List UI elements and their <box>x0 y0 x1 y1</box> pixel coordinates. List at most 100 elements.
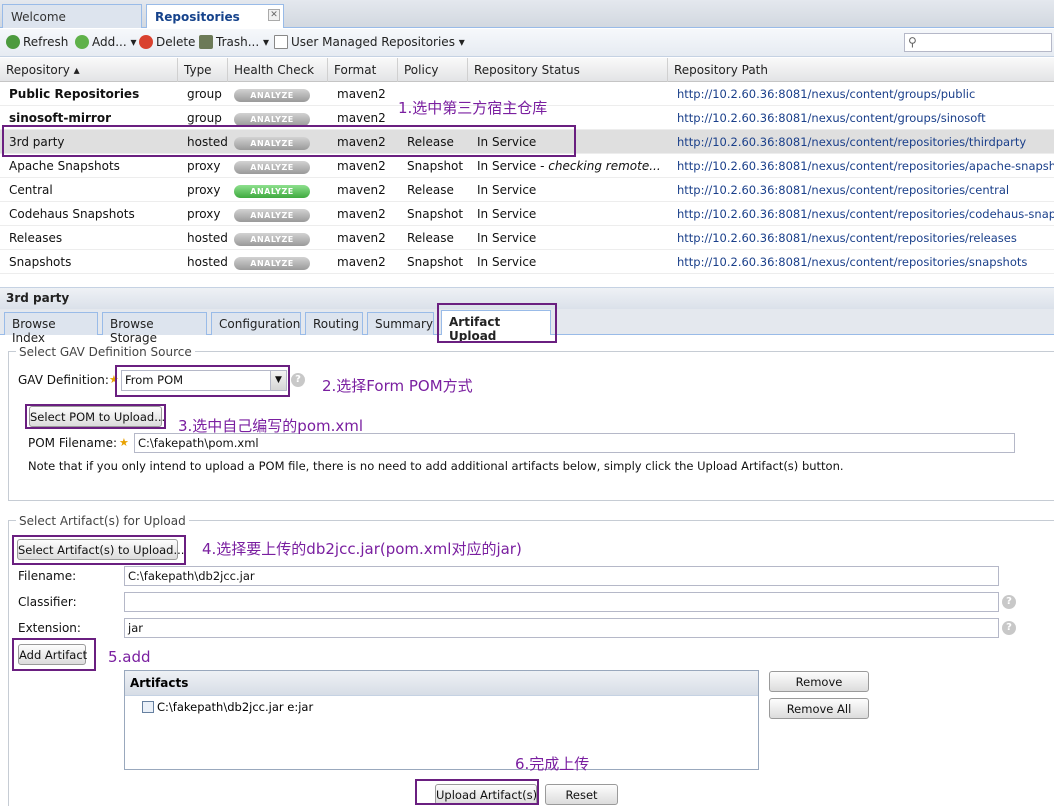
col-repository[interactable]: Repository ▴ <box>0 58 178 82</box>
add-label: Add... <box>92 35 127 49</box>
repo-type-cell: hosted <box>187 231 228 245</box>
refresh-button[interactable]: Refresh <box>6 35 68 49</box>
delete-icon <box>139 35 153 49</box>
list-item[interactable]: C:\fakepath\db2jcc.jar e:jar <box>142 700 313 714</box>
artifacts-list: Artifacts C:\fakepath\db2jcc.jar e:jar <box>124 670 759 770</box>
tab-routing[interactable]: Routing <box>305 312 363 335</box>
col-health-check[interactable]: Health Check <box>228 58 328 82</box>
repo-path-link[interactable]: http://10.2.60.36:8081/nexus/content/rep… <box>668 130 1054 154</box>
tab-summary-label: Summary <box>375 317 433 331</box>
col-repository-path[interactable]: Repository Path <box>668 58 1054 82</box>
repo-path-link[interactable]: http://10.2.60.36:8081/nexus/content/rep… <box>668 202 1054 226</box>
artifacts-list-header: Artifacts <box>125 671 758 696</box>
tab-browse-storage-label: Browse Storage <box>110 317 157 345</box>
required-icon: ★ <box>119 436 129 449</box>
top-tab-bar: Welcome Repositories ✕ <box>0 0 1054 28</box>
col-type[interactable]: Type <box>178 58 228 82</box>
repo-name-cell: Codehaus Snapshots <box>9 207 135 221</box>
table-row[interactable]: Apache Snapshots proxy ANALYZE maven2 Snapsh… <box>0 154 1054 178</box>
highlight-box-add-artifact <box>12 638 96 671</box>
annotation-step-4: 4.选择要上传的db2jcc.jar(pom.xml对应的jar) <box>202 540 522 558</box>
refresh-label: Refresh <box>23 35 69 49</box>
status-text: In Service - <box>477 159 549 173</box>
col-path-label: Repository Path <box>674 63 768 77</box>
repo-policy-cell: Snapshot <box>407 207 464 221</box>
status-text: In Service <box>477 183 537 197</box>
table-row[interactable]: Central proxy ANALYZE maven2 Release In Servi… <box>0 178 1054 202</box>
repo-name-cell: Apache Snapshots <box>9 159 120 173</box>
col-policy-label: Policy <box>404 63 439 77</box>
close-icon[interactable]: ✕ <box>268 9 280 21</box>
artifact-item-label: C:\fakepath\db2jcc.jar e:jar <box>157 700 314 714</box>
repo-format-cell: maven2 <box>337 231 386 245</box>
tab-routing-label: Routing <box>313 317 360 331</box>
analyze-button[interactable]: ANALYZE <box>234 185 310 198</box>
repo-path-link[interactable]: http://10.2.60.36:8081/nexus/content/rep… <box>668 250 1054 274</box>
tab-summary[interactable]: Summary <box>367 312 434 335</box>
pom-filename-field[interactable]: C:\fakepath\pom.xml <box>134 433 1015 453</box>
repo-type-cell: group <box>187 87 222 101</box>
col-format-label: Format <box>334 63 377 77</box>
col-repository-status[interactable]: Repository Status <box>468 58 668 82</box>
repo-path-link[interactable]: http://10.2.60.36:8081/nexus/content/rep… <box>668 226 1054 250</box>
repo-path-link[interactable]: http://10.2.60.36:8081/nexus/content/gro… <box>668 106 1054 130</box>
tab-welcome[interactable]: Welcome <box>2 4 142 28</box>
repo-policy-cell: Snapshot <box>407 255 464 269</box>
repo-path-link[interactable]: http://10.2.60.36:8081/nexus/content/rep… <box>668 178 1054 202</box>
tab-browse-index[interactable]: Browse Index <box>4 312 98 345</box>
delete-button[interactable]: Delete <box>139 35 195 49</box>
col-health-label: Health Check <box>234 63 315 77</box>
search-input[interactable]: ⚲ <box>904 33 1052 52</box>
reset-button[interactable]: Reset <box>545 784 618 805</box>
highlight-box-artifact-upload <box>437 303 557 343</box>
table-row[interactable]: Releases hosted ANALYZE maven2 Release In Ser… <box>0 226 1054 250</box>
analyze-button[interactable]: ANALYZE <box>234 209 310 222</box>
repo-path-link[interactable]: http://10.2.60.36:8081/nexus/content/rep… <box>668 154 1054 178</box>
help-icon[interactable]: ? <box>1002 595 1016 609</box>
annotation-step-1: 1.选中第三方宿主仓库 <box>398 99 548 117</box>
help-icon[interactable]: ? <box>291 373 305 387</box>
pom-note: Note that if you only intend to upload a… <box>28 459 844 473</box>
delete-label: Delete <box>156 35 196 49</box>
repository-grid-header: Repository ▴ Type Health Check Format Po… <box>0 58 1054 82</box>
health-check-cell: ANALYZE <box>228 250 328 274</box>
trash-button[interactable]: Trash... ▾ <box>199 35 269 49</box>
highlight-box-select-artifacts <box>12 535 186 565</box>
tab-browse-storage[interactable]: Browse Storage <box>102 312 207 345</box>
repo-type-cell: proxy <box>187 159 221 173</box>
classifier-field[interactable] <box>124 592 999 612</box>
repo-status-cell: In Service - checking remote... <box>468 154 668 178</box>
remove-button[interactable]: Remove <box>769 671 869 692</box>
repo-format-cell: maven2 <box>337 87 386 101</box>
tab-configuration[interactable]: Configuration <box>211 312 301 335</box>
col-type-label: Type <box>184 63 212 77</box>
remove-all-button[interactable]: Remove All <box>769 698 869 719</box>
tab-welcome-label: Welcome <box>11 10 66 24</box>
status-text: In Service <box>477 207 537 221</box>
trash-label: Trash... <box>216 35 260 49</box>
extension-field[interactable]: jar <box>124 618 999 638</box>
analyze-button[interactable]: ANALYZE <box>234 233 310 246</box>
analyze-button[interactable]: ANALYZE <box>234 257 310 270</box>
repo-name-cell: Public Repositories <box>9 87 140 101</box>
tab-repositories[interactable]: Repositories ✕ <box>146 4 284 28</box>
analyze-button[interactable]: ANALYZE <box>234 89 310 102</box>
repo-path-link[interactable]: http://10.2.60.36:8081/nexus/content/gro… <box>668 82 1054 106</box>
table-row[interactable]: Snapshots hosted ANALYZE maven2 Snapshot In S… <box>0 250 1054 274</box>
col-policy[interactable]: Policy <box>398 58 468 82</box>
repo-status-cell: In Service <box>468 202 668 226</box>
health-check-cell: ANALYZE <box>228 178 328 202</box>
add-button[interactable]: Add... ▾ <box>75 35 137 49</box>
user-managed-repositories-button[interactable]: User Managed Repositories ▾ <box>274 35 465 49</box>
filename-field[interactable]: C:\fakepath\db2jcc.jar <box>124 566 999 586</box>
col-format[interactable]: Format <box>328 58 398 82</box>
help-icon[interactable]: ? <box>1002 621 1016 635</box>
table-row[interactable]: Codehaus Snapshots proxy ANALYZE maven2 Snap… <box>0 202 1054 226</box>
add-icon <box>75 35 89 49</box>
highlight-box-3rd-party <box>2 125 576 157</box>
file-icon <box>142 701 154 713</box>
repo-status-cell: In Service <box>468 250 668 274</box>
highlight-box-select-pom <box>25 404 166 429</box>
analyze-button[interactable]: ANALYZE <box>234 161 310 174</box>
refresh-icon <box>6 35 20 49</box>
